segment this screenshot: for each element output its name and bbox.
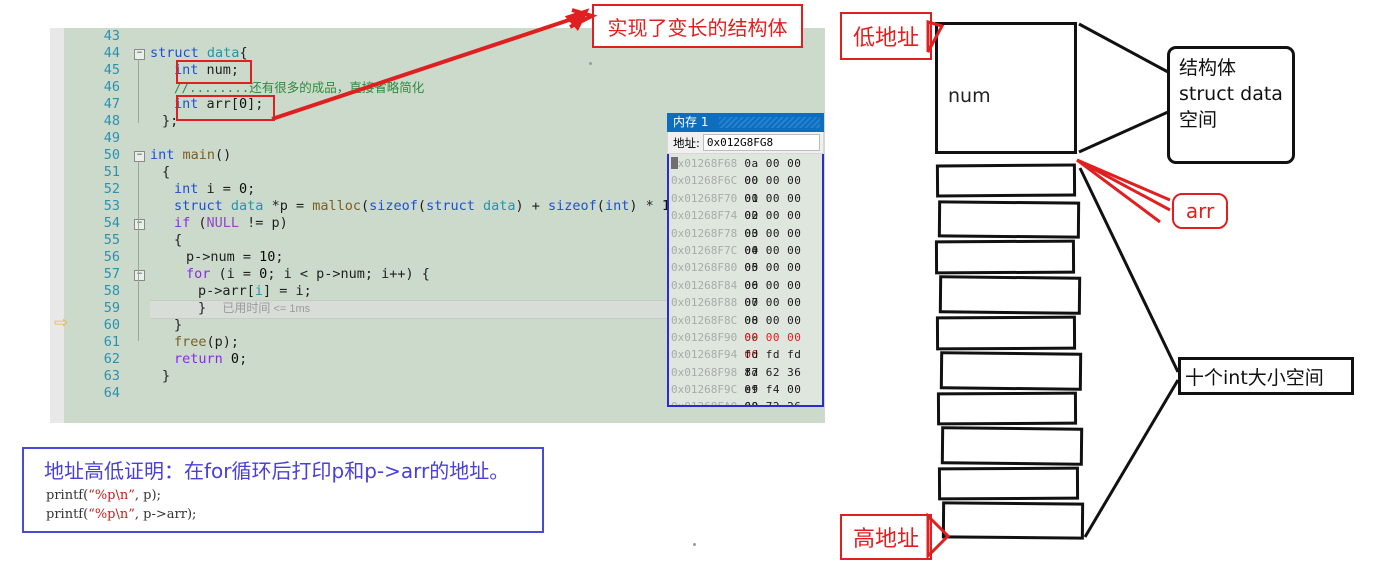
printf-format-2: “%p\n” [88, 507, 135, 522]
printf-call-1-pre: printf( [46, 488, 89, 503]
memory-layout-diagram: num 低地址 高地址 结构体 struct data 空间 arr 十个int… [830, 0, 1400, 572]
proof-box: 地址高低证明：在for循环后打印p和p->arr的地址。 printf(“%p\… [22, 447, 544, 533]
arrow-struct-annotation [271, 15, 579, 121]
printf-format-1: “%p\n” [88, 488, 135, 503]
decorative-dot [693, 543, 696, 546]
proof-heading: 地址高低证明：在for循环后打印p和p->arr的地址。 [44, 459, 510, 483]
connector-struct-top [1078, 22, 1169, 74]
arr-pointer-line-2 [1076, 158, 1171, 212]
diagram-connector-lines [926, 20, 1180, 560]
printf-call-1-post: , p); [134, 488, 161, 503]
printf-call-2-post: , p->arr); [134, 507, 197, 522]
connector-array-bottom [1083, 379, 1180, 538]
connector-struct-bottom [1078, 110, 1169, 154]
proof-code-line-1: printf(“%p\n”, p); [24, 486, 542, 505]
arrowhead-high-address [926, 512, 951, 560]
decorative-dot [589, 62, 592, 65]
proof-code-line-2: printf(“%p\n”, p->arr); [24, 505, 542, 524]
printf-call-2-pre: printf( [46, 507, 89, 522]
arrowhead-low-address [926, 20, 945, 53]
